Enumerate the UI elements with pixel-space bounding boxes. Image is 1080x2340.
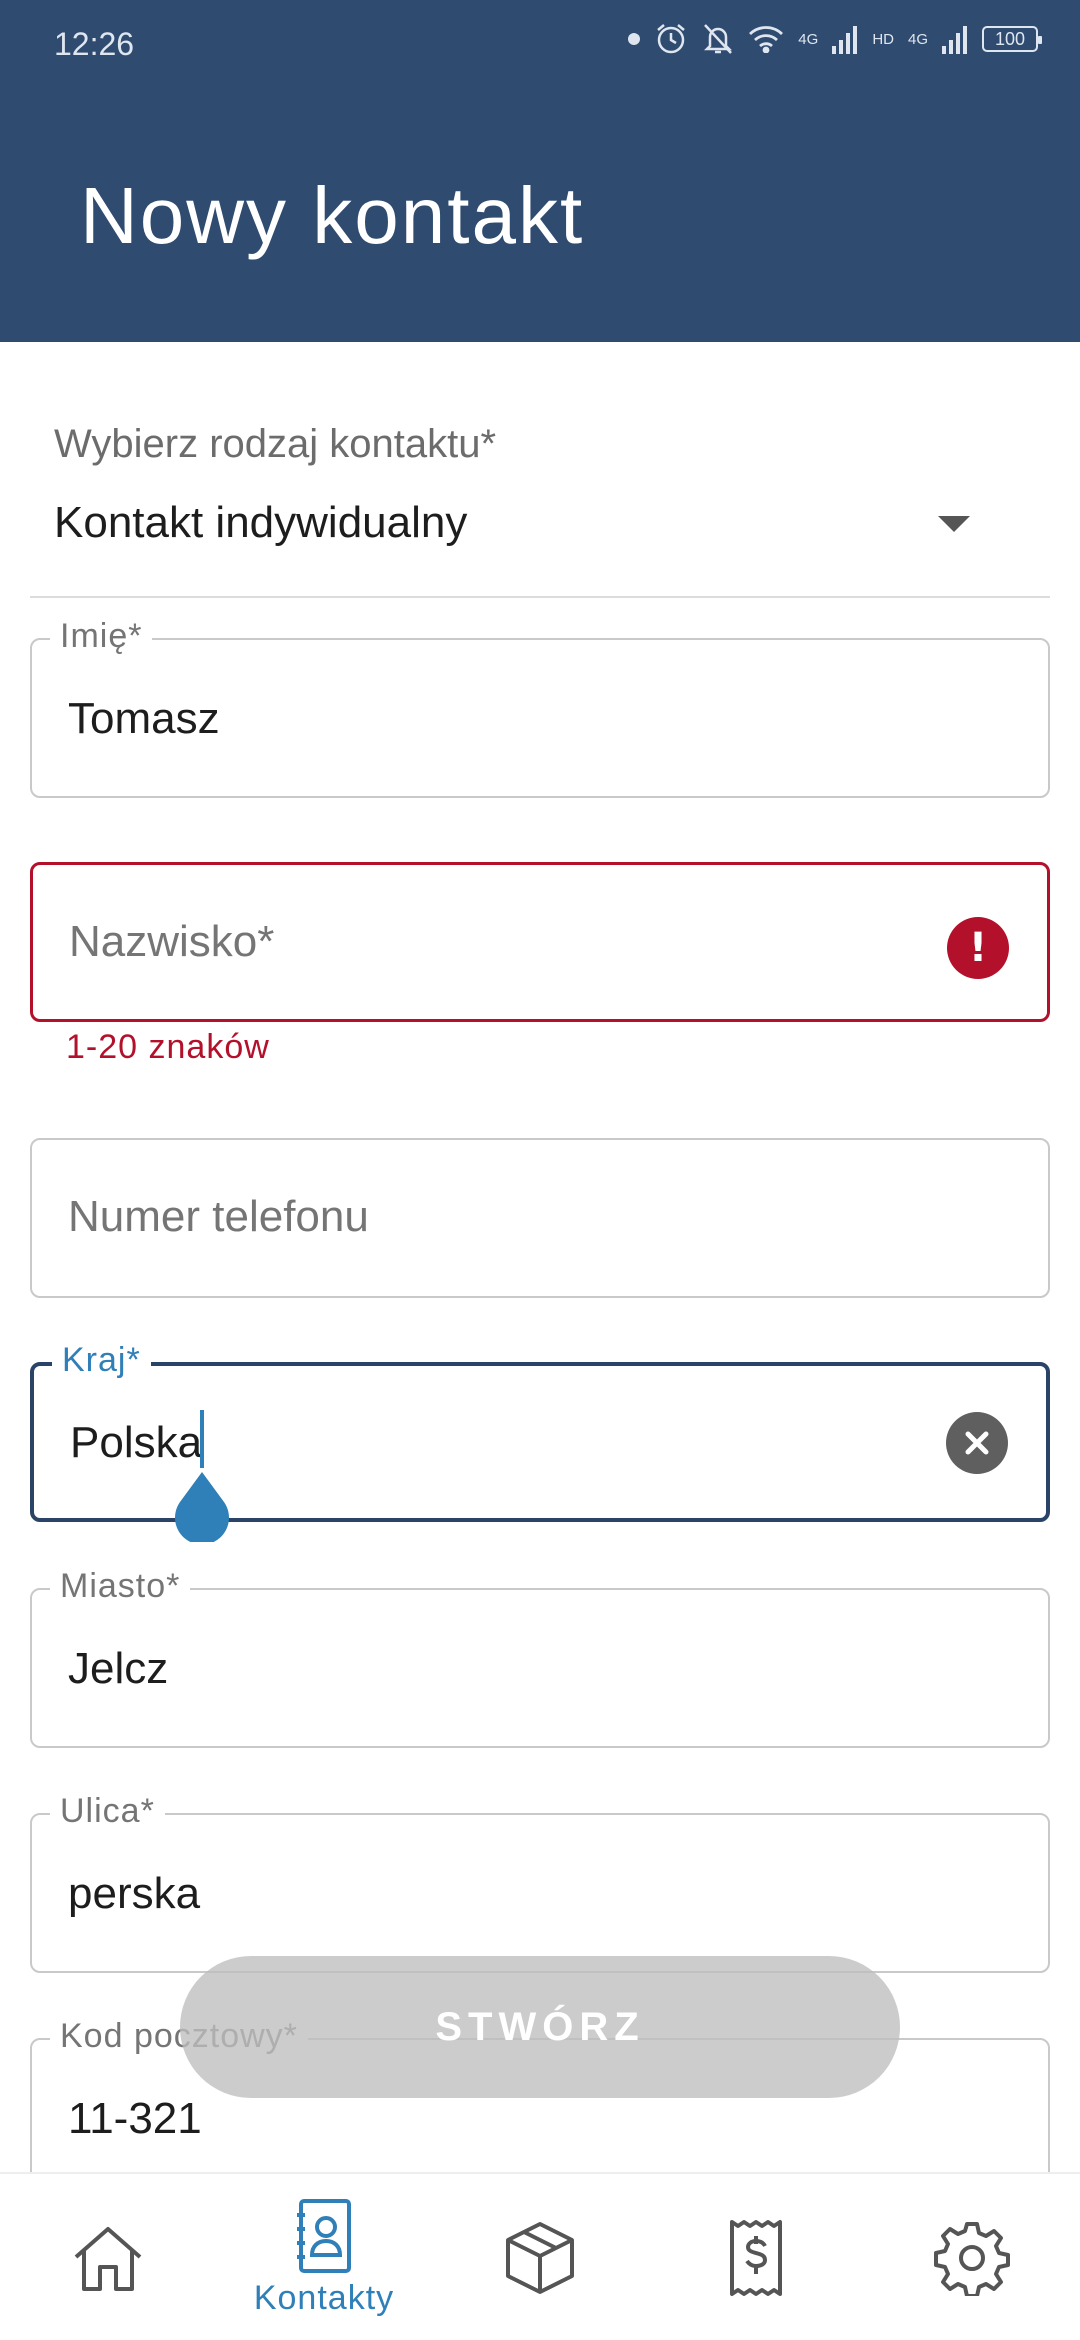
nav-contacts-label: Kontakty: [253, 2278, 395, 2317]
city-value[interactable]: Jelcz: [68, 1644, 168, 1694]
clear-icon[interactable]: [946, 1412, 1008, 1474]
nav-invoices[interactable]: [648, 2174, 864, 2340]
street-label: Ulica*: [50, 1789, 165, 1833]
text-cursor: [200, 1410, 204, 1468]
last-name-error: 1-20 znaków: [66, 1028, 270, 1066]
bottom-nav: Kontakty: [0, 2172, 1080, 2340]
country-label: Kraj*: [52, 1338, 151, 1382]
nav-contacts[interactable]: Kontakty: [216, 2174, 432, 2340]
mute-bell-icon: [704, 24, 733, 54]
nav-packages[interactable]: [432, 2174, 648, 2340]
page-title: Nowy kontakt: [80, 171, 585, 260]
status-time: 12:26: [54, 26, 135, 62]
network-type-label: 4G: [798, 30, 819, 48]
street-field[interactable]: Ulica* perska: [30, 1789, 1050, 1973]
first-name-field[interactable]: Imię* Tomasz: [30, 614, 1050, 798]
street-value[interactable]: perska: [68, 1869, 200, 1919]
hd-label: HD: [872, 30, 894, 48]
dropdown-arrow-icon[interactable]: [938, 516, 970, 532]
settings-gear-icon: [934, 2222, 1010, 2296]
package-icon: [506, 2222, 574, 2294]
signal-icon-2: [942, 26, 967, 54]
receipt-dollar-icon: [730, 2220, 782, 2296]
country-value[interactable]: Polska: [70, 1418, 202, 1468]
cursor-handle-icon[interactable]: [172, 1472, 232, 1542]
contact-type-label: Wybierz rodzaj kontaktu*: [54, 422, 497, 466]
create-button[interactable]: STWÓRZ: [180, 1956, 900, 2098]
last-name-placeholder[interactable]: Nazwisko*: [69, 917, 274, 967]
home-icon: [74, 2227, 142, 2291]
app-header: 12:26 4G HD 4G 100 Nowy kontakt: [0, 0, 1080, 342]
wifi-icon: [749, 26, 784, 53]
first-name-value[interactable]: Tomasz: [68, 694, 220, 744]
contacts-icon: [297, 2198, 351, 2273]
first-name-label: Imię*: [50, 614, 153, 658]
nav-home[interactable]: [0, 2174, 216, 2340]
battery-icon: 100: [982, 26, 1042, 52]
postal-code-value[interactable]: 11-321: [68, 2094, 202, 2144]
select-underline: [30, 596, 1050, 598]
alarm-icon: [657, 24, 686, 54]
notification-dot-icon: [628, 33, 641, 45]
phone-placeholder[interactable]: Numer telefonu: [68, 1192, 369, 1242]
error-icon: !: [947, 917, 1009, 979]
last-name-field[interactable]: Nazwisko* !: [30, 862, 1050, 1022]
city-label: Miasto*: [50, 1564, 191, 1608]
network-type-label-2: 4G: [907, 30, 928, 48]
phone-field[interactable]: Numer telefonu: [30, 1138, 1050, 1298]
signal-icon: [832, 26, 858, 54]
status-icons: 4G HD 4G 100: [628, 22, 1042, 56]
contact-type-value[interactable]: Kontakt indywidualny: [54, 498, 467, 548]
city-field[interactable]: Miasto* Jelcz: [30, 1564, 1050, 1748]
nav-settings[interactable]: [864, 2174, 1080, 2340]
